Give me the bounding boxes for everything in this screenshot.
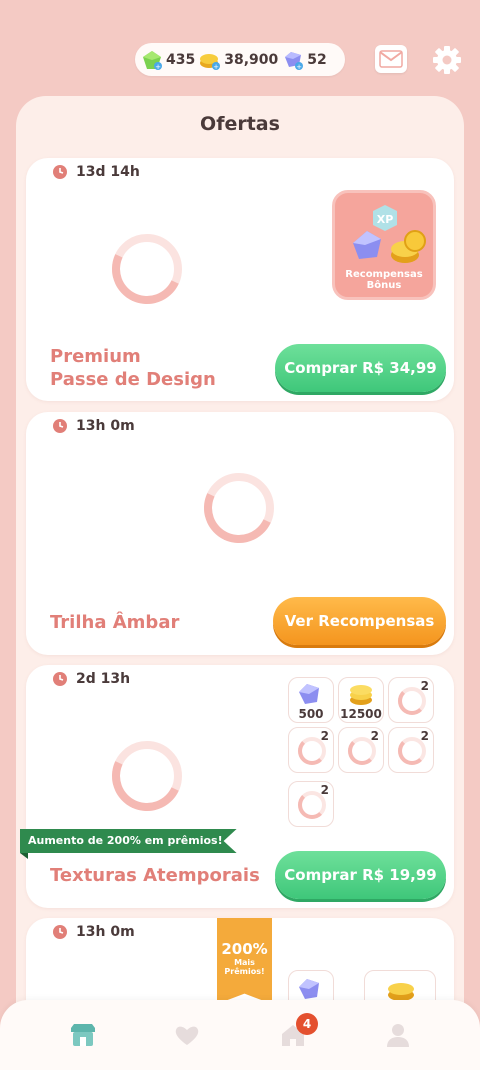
tag-percent: 200%: [221, 940, 268, 958]
offer-card-timeless-textures: 2d 13h 500 12500 2 2 2 2 2 Texturas Atem: [26, 665, 454, 908]
offer-title: Trilha Âmbar: [50, 612, 180, 633]
svg-text:+: +: [155, 63, 161, 71]
more-rewards-tag: 200% Mais Prêmios!: [217, 918, 272, 1004]
tag-line2: Prêmios!: [224, 967, 265, 976]
reward-slot-loading[interactable]: 2: [338, 727, 384, 773]
coin-value: 38,900: [224, 51, 279, 68]
heart-icon: [175, 1026, 199, 1045]
bonus-rewards-label: Recompensas Bônus: [335, 269, 433, 291]
reward-count: 2: [320, 729, 329, 743]
bonus-label-line2: Bônus: [366, 280, 402, 291]
bonus-rewards-box[interactable]: XP Recompensas Bônus: [332, 190, 436, 300]
coin-icon: +: [200, 53, 221, 71]
currency-bar[interactable]: + 435 + 38,900 + 52: [135, 43, 345, 76]
offer-timer: 13d 14h: [52, 164, 140, 180]
svg-text:+: +: [213, 63, 219, 71]
reward-slot-loading[interactable]: 2: [288, 781, 334, 827]
reward-slot-diamond[interactable]: 500: [288, 677, 334, 723]
reward-amount: 500: [298, 707, 324, 721]
nav-shop[interactable]: [68, 1020, 98, 1050]
settings-button[interactable]: [431, 44, 463, 76]
offer-timer-text: 13h 0m: [76, 924, 135, 940]
offer-timer: 13h 0m: [52, 418, 135, 434]
bonus-label-line1: Recompensas: [345, 269, 423, 280]
bonus-rewards-icon: XP: [353, 205, 426, 263]
mail-button[interactable]: [375, 45, 407, 73]
reward-slot-loading[interactable]: 2: [288, 727, 334, 773]
gear-icon: [433, 46, 461, 74]
reward-count: 2: [420, 679, 429, 693]
reward-count: 2: [420, 729, 429, 743]
green-gem-icon: +: [143, 50, 162, 71]
loading-spinner: [112, 234, 182, 304]
bottom-nav: [0, 1000, 480, 1070]
offer-title: Texturas Atemporais: [50, 865, 260, 886]
nav-profile[interactable]: [383, 1020, 413, 1050]
svg-text:+: +: [296, 63, 302, 71]
loading-spinner: [112, 741, 182, 811]
offer-timer-text: 13h 0m: [76, 418, 135, 434]
nav-favorites[interactable]: [172, 1020, 202, 1050]
tag-line1: Mais: [234, 958, 255, 967]
reward-count: 2: [320, 783, 329, 797]
notification-badge: 4: [296, 1013, 318, 1035]
view-rewards-button[interactable]: Ver Recompensas: [273, 597, 446, 645]
offer-title-line2: Passe de Design: [50, 369, 216, 390]
offer-card-amber-trail: 13h 0m Trilha Âmbar Ver Recompensas: [26, 412, 454, 655]
coin-icon: [350, 685, 372, 705]
offer-card-premium: 13d 14h XP Recompensas Bônus Premium Pas…: [26, 158, 454, 401]
reward-amount: 12500: [340, 707, 382, 721]
buy-premium-pass-button[interactable]: Comprar R$ 34,99: [275, 344, 446, 392]
green-gem-value: 435: [166, 51, 196, 68]
green-gem-counter[interactable]: + 435: [141, 49, 195, 71]
xp-badge-text: XP: [377, 213, 394, 226]
clock-icon: [53, 419, 67, 433]
clock-icon: [53, 925, 67, 939]
offer-timer: 13h 0m: [52, 924, 135, 940]
offer-timer-text: 2d 13h: [76, 671, 131, 687]
profile-icon: [387, 1024, 409, 1047]
offer-title: Premium Passe de Design: [50, 345, 216, 391]
buy-textures-button[interactable]: Comprar R$ 19,99: [275, 851, 446, 899]
mail-icon: [379, 50, 403, 68]
shop-icon: [71, 1024, 95, 1046]
reward-count: 2: [370, 729, 379, 743]
offer-timer: 2d 13h: [52, 671, 130, 687]
diamond-icon: [299, 684, 319, 704]
loading-spinner: [204, 473, 274, 543]
clock-icon: [53, 165, 67, 179]
reward-slot-loading[interactable]: 2: [388, 727, 434, 773]
page-title: Ofertas: [200, 113, 280, 135]
coin-counter[interactable]: + 38,900: [199, 49, 278, 71]
reward-slot-loading[interactable]: 2: [388, 677, 434, 723]
offer-timer-text: 13d 14h: [76, 164, 140, 180]
diamond-icon: +: [285, 51, 304, 71]
diamond-value: 52: [307, 51, 327, 68]
clock-icon: [53, 672, 67, 686]
bonus-ribbon: Aumento de 200% em prêmios!: [20, 829, 237, 853]
offer-title-line1: Premium: [50, 346, 141, 367]
reward-slot-coins[interactable]: 12500: [338, 677, 384, 723]
diamond-counter[interactable]: + 52: [282, 49, 327, 71]
